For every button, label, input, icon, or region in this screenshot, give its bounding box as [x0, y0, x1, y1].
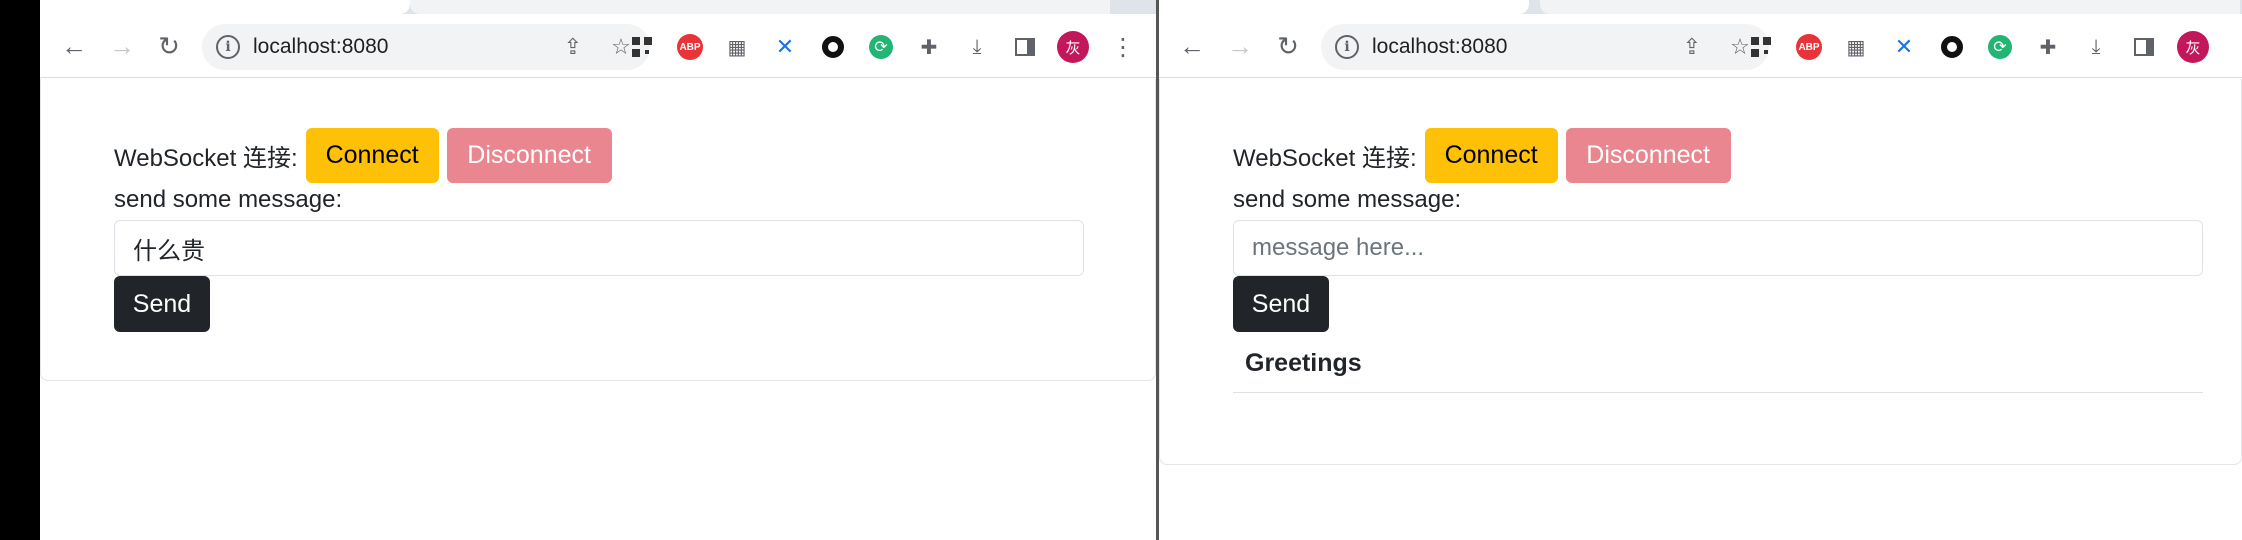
puzzle-icon[interactable]: ✚: [914, 32, 944, 62]
message-label: send some message:: [114, 186, 343, 213]
reload-button[interactable]: ↻: [1268, 26, 1308, 66]
ring-icon[interactable]: [818, 32, 848, 62]
forward-button[interactable]: →: [1220, 26, 1260, 66]
url-text[interactable]: localhost:8080: [253, 35, 388, 59]
greetings-table-header: Greetings: [1233, 335, 2203, 393]
background-tab[interactable]: [410, 0, 1110, 14]
adblock-plus-icon[interactable]: ABP: [1794, 32, 1824, 62]
share-icon[interactable]: ⇪: [559, 33, 587, 61]
forward-button[interactable]: →: [102, 26, 142, 66]
tab-strip: [1159, 0, 2242, 14]
greetings-header: Greetings: [1245, 349, 1362, 377]
message-label: send some message:: [1233, 186, 1462, 213]
connect-button[interactable]: Connect: [305, 128, 439, 183]
share-icon[interactable]: ⇪: [1678, 33, 1706, 61]
download-icon[interactable]: ⤓: [962, 32, 992, 62]
websocket-row: WebSocket 连接: Connect Disconnect: [114, 128, 620, 183]
back-button[interactable]: ←: [1172, 26, 1212, 66]
page-content: WebSocket 连接: Connect Disconnect send so…: [1159, 79, 2242, 540]
reload-button[interactable]: ↻: [149, 26, 189, 66]
arrow-right-icon: →: [109, 30, 135, 61]
site-info-icon[interactable]: i: [216, 35, 240, 59]
main-card: WebSocket 连接: Connect Disconnect send so…: [1159, 79, 2242, 465]
browser-toolbar: ← → ↻ i localhost:8080 ⇪ ☆ ABP ▦ ✕ ⟳ ✚ ⤓…: [1159, 14, 2242, 78]
puzzle-icon[interactable]: ✚: [2033, 32, 2063, 62]
browser-window-left: ← → ↻ i localhost:8080 ⇪ ☆ ABP ▦ ✕ ⟳ ✚ ⤓…: [40, 0, 1156, 540]
qr-code-icon[interactable]: [1746, 32, 1776, 62]
arrow-left-icon: ←: [61, 30, 87, 61]
avatar[interactable]: 灰: [2177, 31, 2209, 63]
back-button[interactable]: ←: [54, 26, 94, 66]
sync-icon[interactable]: ⟳: [866, 32, 896, 62]
side-panel-icon[interactable]: [1010, 32, 1040, 62]
websocket-label: WebSocket 连接:: [1233, 145, 1417, 172]
browser-window-right: ← → ↻ i localhost:8080 ⇪ ☆ ABP ▦ ✕ ⟳ ✚ ⤓…: [1159, 0, 2242, 540]
address-bar[interactable]: i localhost:8080 ⇪ ☆: [202, 24, 650, 70]
disconnect-button[interactable]: Disconnect: [446, 128, 612, 183]
ring-icon[interactable]: [1937, 32, 1967, 62]
websocket-row: WebSocket 连接: Connect Disconnect: [1233, 128, 1739, 183]
url-text[interactable]: localhost:8080: [1372, 35, 1507, 59]
active-tab[interactable]: [40, 0, 410, 14]
websocket-label: WebSocket 连接:: [114, 145, 298, 172]
side-panel-icon[interactable]: [2129, 32, 2159, 62]
arrow-left-icon: ←: [1179, 30, 1205, 61]
main-card: WebSocket 连接: Connect Disconnect send so…: [40, 79, 1156, 381]
sync-icon[interactable]: ⟳: [1985, 32, 2015, 62]
avatar[interactable]: 灰: [1057, 31, 1089, 63]
address-bar[interactable]: i localhost:8080 ⇪ ☆: [1321, 24, 1769, 70]
qr-code-icon[interactable]: [627, 32, 657, 62]
background-tab[interactable]: [1540, 0, 2240, 14]
docs-icon[interactable]: ▦: [1841, 32, 1871, 62]
reload-icon: ↻: [1277, 30, 1299, 61]
x-icon[interactable]: ✕: [770, 32, 800, 62]
more-menu-icon[interactable]: ⋮: [1111, 32, 1135, 62]
send-button[interactable]: Send: [114, 276, 210, 332]
docs-icon[interactable]: ▦: [722, 32, 752, 62]
adblock-plus-icon[interactable]: ABP: [675, 32, 705, 62]
message-input[interactable]: [114, 220, 1084, 276]
page-content: WebSocket 连接: Connect Disconnect send so…: [40, 79, 1156, 540]
site-info-icon[interactable]: i: [1335, 35, 1359, 59]
connect-button[interactable]: Connect: [1424, 128, 1558, 183]
x-icon[interactable]: ✕: [1889, 32, 1919, 62]
reload-icon: ↻: [158, 30, 180, 61]
disconnect-button[interactable]: Disconnect: [1565, 128, 1731, 183]
arrow-right-icon: →: [1227, 30, 1253, 61]
download-icon[interactable]: ⤓: [2081, 32, 2111, 62]
send-button[interactable]: Send: [1233, 276, 1329, 332]
active-tab[interactable]: [1159, 0, 1529, 14]
browser-toolbar: ← → ↻ i localhost:8080 ⇪ ☆ ABP ▦ ✕ ⟳ ✚ ⤓…: [40, 14, 1156, 78]
tab-strip: [40, 0, 1156, 14]
message-input[interactable]: [1233, 220, 2203, 276]
